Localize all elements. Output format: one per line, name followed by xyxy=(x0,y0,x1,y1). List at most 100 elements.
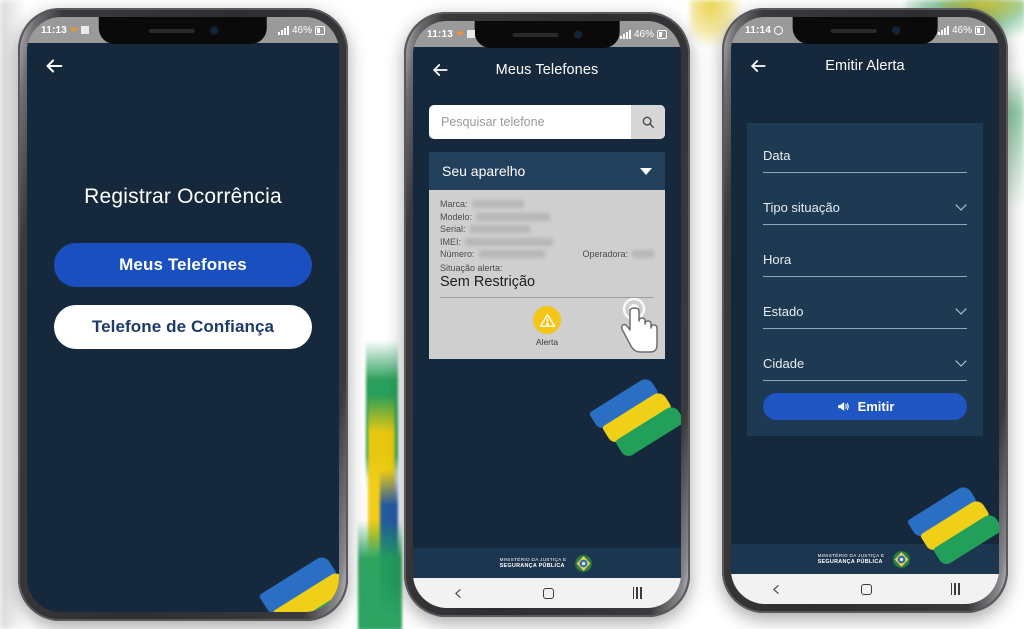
battery-icon xyxy=(975,25,985,35)
field-numero: Número: xyxy=(440,249,545,259)
hand-pointer-cursor xyxy=(620,298,658,353)
field-tipo-situacao[interactable]: Tipo situação xyxy=(763,189,967,225)
device-card-body: Marca: Modelo: Serial: IMEI: Número: Ope… xyxy=(429,190,665,359)
status-left-group: 11:13 ❤ xyxy=(413,29,475,40)
phone1-screen: 11:13 ❤ 46% Registrar Ocorrência Meus Te… xyxy=(27,17,339,612)
redacted-value xyxy=(476,212,551,221)
brush-stroke-blue xyxy=(588,376,660,431)
status-left-group: 11:13 ❤ xyxy=(27,25,89,36)
background-splash-green-2 xyxy=(358,520,402,629)
field-numero-operadora-row: Número: Operadora: xyxy=(440,249,654,259)
screen-record-icon xyxy=(774,25,784,35)
phone-notch xyxy=(474,21,620,48)
battery-percent: 46% xyxy=(951,24,972,36)
chevron-down-icon[interactable] xyxy=(955,199,967,211)
search-section xyxy=(413,93,681,139)
redacted-value xyxy=(632,250,654,258)
signal-bars-icon xyxy=(277,25,289,35)
phone-mockup-3: 11:14 46% Emitir Alerta Data Tipo situaç… xyxy=(722,8,1008,613)
phone1-status-bar: 11:13 ❤ 46% xyxy=(27,17,339,44)
search-icon[interactable] xyxy=(631,105,665,139)
signal-bars-icon xyxy=(937,25,949,35)
field-label: Estado xyxy=(763,304,804,319)
earpiece-speaker xyxy=(148,28,195,33)
redacted-value xyxy=(469,225,530,233)
battery-icon xyxy=(315,25,325,35)
field-label: Hora xyxy=(763,252,792,267)
field-cidade[interactable]: Cidade xyxy=(763,345,967,381)
status-time: 11:14 xyxy=(745,24,772,36)
status-right-group: 46% xyxy=(277,25,339,36)
emitir-button[interactable]: Emitir xyxy=(763,393,967,420)
ministry-line-1: MINISTÉRIO DA JUSTIÇA E xyxy=(817,553,885,559)
phone3-appbar: Emitir Alerta xyxy=(731,43,999,89)
phone1-content: Registrar Ocorrência Meus Telefones Tele… xyxy=(27,89,339,612)
back-arrow-icon[interactable] xyxy=(43,55,65,77)
field-data[interactable]: Data xyxy=(763,137,967,173)
field-label: Modelo: xyxy=(440,211,473,222)
search-input[interactable] xyxy=(429,105,631,139)
phone-notch xyxy=(98,17,268,44)
phone2-appbar: Meus Telefones xyxy=(413,47,681,93)
nav-home-icon[interactable] xyxy=(543,587,555,599)
telefone-de-confianca-button[interactable]: Telefone de Confiança xyxy=(54,305,312,349)
brush-stroke-blue xyxy=(906,484,978,539)
emitir-button-label: Emitir xyxy=(857,399,895,414)
ministry-text: MINISTÉRIO DA JUSTIÇA E SEGURANÇA PÚBLIC… xyxy=(818,553,885,564)
brush-stroke-yellow xyxy=(601,390,673,445)
status-time: 11:13 xyxy=(41,24,68,36)
redacted-value xyxy=(478,250,545,258)
phone-mockup-1: 11:13 ❤ 46% Registrar Ocorrência Meus Te… xyxy=(18,8,348,621)
megaphone-icon xyxy=(837,402,849,411)
brush-stroke-green xyxy=(614,404,681,459)
field-serial: Serial: xyxy=(440,224,654,234)
chevron-down-icon[interactable] xyxy=(955,355,967,367)
phone3-screen: 11:14 46% Emitir Alerta Data Tipo situaç… xyxy=(731,17,999,604)
ministry-text: MINISTÉRIO DA JUSTIÇA E SEGURANÇA PÚBLIC… xyxy=(500,557,567,568)
situacao-alerta-value: Sem Restrição xyxy=(440,274,536,290)
page-title: Emitir Alerta xyxy=(825,58,905,74)
android-navigation-bar xyxy=(731,574,999,604)
warning-triangle-icon[interactable] xyxy=(533,306,561,334)
device-card-title: Seu aparelho xyxy=(442,163,526,179)
meus-telefones-button[interactable]: Meus Telefones xyxy=(54,243,312,287)
chevron-down-icon[interactable] xyxy=(955,303,967,315)
field-label: Operadora: xyxy=(582,249,628,259)
ministry-line-2: SEGURANÇA PÚBLICA xyxy=(499,562,565,569)
phone2-app-body: Meus Telefones Seu aparelho xyxy=(413,47,681,578)
brazil-coat-of-arms-icon xyxy=(893,550,911,568)
status-time: 11:13 xyxy=(427,28,454,40)
battery-icon xyxy=(657,29,667,39)
device-card-header[interactable]: Seu aparelho xyxy=(429,152,665,190)
situacao-alerta-label: Situação alerta: xyxy=(440,263,503,273)
earpiece-speaker xyxy=(830,28,877,33)
ministry-line-2: SEGURANÇA PÚBLICA xyxy=(817,558,883,565)
emitir-alerta-form: Data Tipo situação Hora Estado Cidade Em… xyxy=(747,123,983,436)
field-label: Serial: xyxy=(440,224,466,234)
nav-back-icon[interactable] xyxy=(770,583,783,596)
nav-recents-icon[interactable] xyxy=(950,583,960,595)
field-operadora: Operadora: xyxy=(582,249,654,259)
field-label: Data xyxy=(763,148,791,163)
sd-card-icon xyxy=(80,26,89,34)
chevron-down-icon[interactable] xyxy=(640,167,652,175)
field-marca: Marca: xyxy=(440,199,654,209)
ministry-footer: MINISTÉRIO DA JUSTIÇA E SEGURANÇA PÚBLIC… xyxy=(731,544,999,574)
ministry-line-1: MINISTÉRIO DA JUSTIÇA E xyxy=(499,557,567,563)
battery-percent: 46% xyxy=(633,28,654,40)
page-title: Meus Telefones xyxy=(495,62,599,78)
field-label: Tipo situação xyxy=(763,200,840,215)
field-hora[interactable]: Hora xyxy=(763,241,967,277)
heart-icon: ❤ xyxy=(456,28,464,39)
phone2-screen: 11:13 ❤ 46% Meus Telefones Pesquisar tel… xyxy=(413,21,681,608)
phone2-status-bar: 11:13 ❤ 46% xyxy=(413,21,681,48)
field-estado[interactable]: Estado xyxy=(763,293,967,329)
back-arrow-icon[interactable] xyxy=(429,59,451,81)
nav-back-icon[interactable] xyxy=(452,587,465,600)
nav-recents-icon[interactable] xyxy=(632,587,642,599)
page-title: Registrar Ocorrência xyxy=(84,185,282,208)
back-arrow-icon[interactable] xyxy=(747,55,769,77)
redacted-value xyxy=(471,200,524,208)
phone1-app-body: Registrar Ocorrência Meus Telefones Tele… xyxy=(27,43,339,612)
nav-home-icon[interactable] xyxy=(861,583,873,595)
